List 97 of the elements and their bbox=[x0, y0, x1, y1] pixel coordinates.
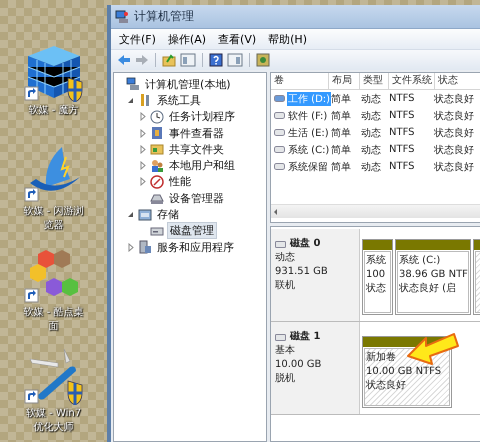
drive-icon bbox=[274, 112, 285, 119]
tree-item[interactable]: 磁盘管理 bbox=[167, 222, 217, 240]
caret-icon[interactable] bbox=[138, 128, 147, 138]
caret-icon[interactable] bbox=[126, 210, 135, 220]
back-arrow-icon[interactable] bbox=[117, 54, 131, 66]
table-cell-text: 状态良好 bbox=[433, 110, 475, 122]
tree-item[interactable]: 任务计划程序 bbox=[167, 109, 237, 124]
tree-item[interactable]: 性能 bbox=[167, 174, 193, 190]
table-cell[interactable]: 软件 (F:) bbox=[287, 108, 328, 122]
folder-icon bbox=[150, 142, 164, 156]
column-header[interactable]: 文件系统 bbox=[389, 73, 435, 89]
table-cell[interactable]: 系统保留 bbox=[287, 160, 329, 174]
caret-icon[interactable] bbox=[126, 96, 135, 105]
disk-status: 脱机 bbox=[275, 372, 296, 386]
caret-icon[interactable] bbox=[138, 112, 147, 122]
drive-icon bbox=[275, 334, 286, 340]
tree-item[interactable]: 本地用户和组 bbox=[167, 158, 237, 174]
caret-icon[interactable] bbox=[138, 177, 147, 186]
tree-item[interactable]: 事件查看器 bbox=[167, 126, 226, 141]
column-header[interactable]: 状态 bbox=[435, 73, 480, 89]
table-cell-text: NTFS bbox=[388, 93, 416, 104]
tree-item[interactable]: 计算机管理(本地) bbox=[143, 76, 233, 92]
tree-item[interactable]: 设备管理器 bbox=[167, 190, 226, 206]
menu-item[interactable]: 查看(V) bbox=[218, 32, 256, 46]
partition-block[interactable]: 新加卷 10.00 GB NTFS 状态良好 bbox=[362, 336, 452, 408]
column-header[interactable]: 类型 bbox=[360, 73, 389, 89]
disk-type: 动态 bbox=[275, 251, 296, 265]
partition-text: 状态良好 (启 bbox=[399, 282, 458, 296]
table-cell-text: NTFS bbox=[388, 161, 416, 172]
disk-name[interactable]: 磁盘 1 bbox=[290, 330, 320, 344]
folder-icon[interactable] bbox=[162, 53, 176, 67]
partition-text: 10.00 GB NTFS bbox=[366, 365, 442, 379]
column-header[interactable]: 卷 bbox=[271, 73, 329, 89]
caret-icon[interactable] bbox=[126, 242, 135, 252]
partition-bar bbox=[363, 240, 392, 250]
disk-size: 931.51 GB bbox=[275, 265, 329, 279]
no-sign-icon bbox=[150, 174, 164, 189]
table-cell-text: 简单 bbox=[330, 160, 352, 174]
tree-item[interactable]: 系统工具 bbox=[155, 92, 203, 108]
table-cell-text: 动态 bbox=[360, 144, 382, 156]
partition-text: 状态良好 bbox=[366, 379, 407, 393]
partition-text: 系统 (C:) bbox=[399, 254, 442, 268]
clock-icon bbox=[150, 110, 164, 124]
drive-icon bbox=[274, 129, 285, 136]
drive-icon bbox=[274, 95, 285, 102]
table-cell-text: 动态 bbox=[360, 92, 382, 106]
help-icon[interactable] bbox=[209, 53, 223, 67]
table-cell-text: 简单 bbox=[330, 92, 352, 106]
partition-text: 新加卷 bbox=[366, 351, 397, 365]
server-icon bbox=[138, 240, 152, 254]
panel-icon[interactable] bbox=[227, 53, 243, 67]
table-cell-text: 动态 bbox=[360, 160, 382, 174]
table-cell-text: NTFS bbox=[388, 144, 416, 155]
annotation-arrow bbox=[406, 330, 460, 366]
tree-item[interactable]: 存储 bbox=[155, 207, 181, 222]
table-cell-text: NTFS bbox=[388, 110, 416, 121]
drive-icon bbox=[275, 240, 286, 248]
partition-text: 38.96 GB NTF bbox=[399, 268, 467, 282]
caret-icon[interactable] bbox=[138, 144, 147, 154]
partition-block[interactable]: 系统 (C:) 38.96 GB NTF 状态良好 (启 bbox=[395, 239, 471, 315]
horizontal-scrollbar[interactable] bbox=[271, 204, 480, 218]
menu-item[interactable]: 操作(A) bbox=[168, 32, 206, 46]
table-cell-text: 简单 bbox=[330, 110, 352, 122]
table-cell-text: 状态良好 bbox=[433, 126, 475, 140]
table-cell-text: 简单 bbox=[330, 144, 352, 156]
drive-icon bbox=[274, 146, 285, 153]
partition-text: 100 bbox=[366, 268, 386, 282]
table-cell-text: 状态良好 bbox=[433, 92, 475, 106]
column-header[interactable]: 布局 bbox=[329, 73, 360, 89]
table-cell-text: 动态 bbox=[360, 110, 382, 122]
caret-icon[interactable] bbox=[138, 161, 147, 170]
menu-item[interactable]: 文件(F) bbox=[119, 32, 156, 46]
window-title: 计算机管理 bbox=[134, 8, 194, 25]
menu-item[interactable]: 帮助(H) bbox=[268, 32, 307, 46]
drive-icon bbox=[138, 208, 152, 222]
disk-status: 联机 bbox=[275, 279, 296, 293]
table-cell-text: 状态良好 bbox=[433, 160, 475, 174]
partition-block[interactable]: 系统 100 状态 bbox=[362, 239, 393, 315]
panel-icon[interactable] bbox=[180, 53, 196, 67]
computer-icon bbox=[126, 77, 140, 92]
tree-item[interactable]: 共享文件夹 bbox=[167, 142, 226, 157]
computer-icon bbox=[115, 10, 129, 24]
tree-item[interactable]: 服务和应用程序 bbox=[155, 240, 236, 255]
drive-icon bbox=[274, 163, 285, 170]
table-cell-text: 动态 bbox=[360, 126, 382, 140]
table-cell[interactable]: 系统 (C:) bbox=[287, 142, 330, 156]
log-icon bbox=[150, 126, 164, 140]
partition-text: 系统 bbox=[366, 254, 387, 268]
disk-name[interactable]: 磁盘 0 bbox=[290, 237, 320, 251]
table-cell-text: 状态良好 bbox=[433, 144, 475, 156]
table-cell-text: 简单 bbox=[330, 126, 352, 140]
partition-text: 状态 bbox=[366, 282, 387, 296]
disk-size: 10.00 GB bbox=[275, 358, 322, 372]
table-cell[interactable]: 生活 (E:) bbox=[287, 126, 330, 140]
disk-type: 基本 bbox=[275, 344, 296, 358]
users-icon bbox=[150, 158, 164, 173]
table-cell-text: NTFS bbox=[388, 127, 416, 138]
